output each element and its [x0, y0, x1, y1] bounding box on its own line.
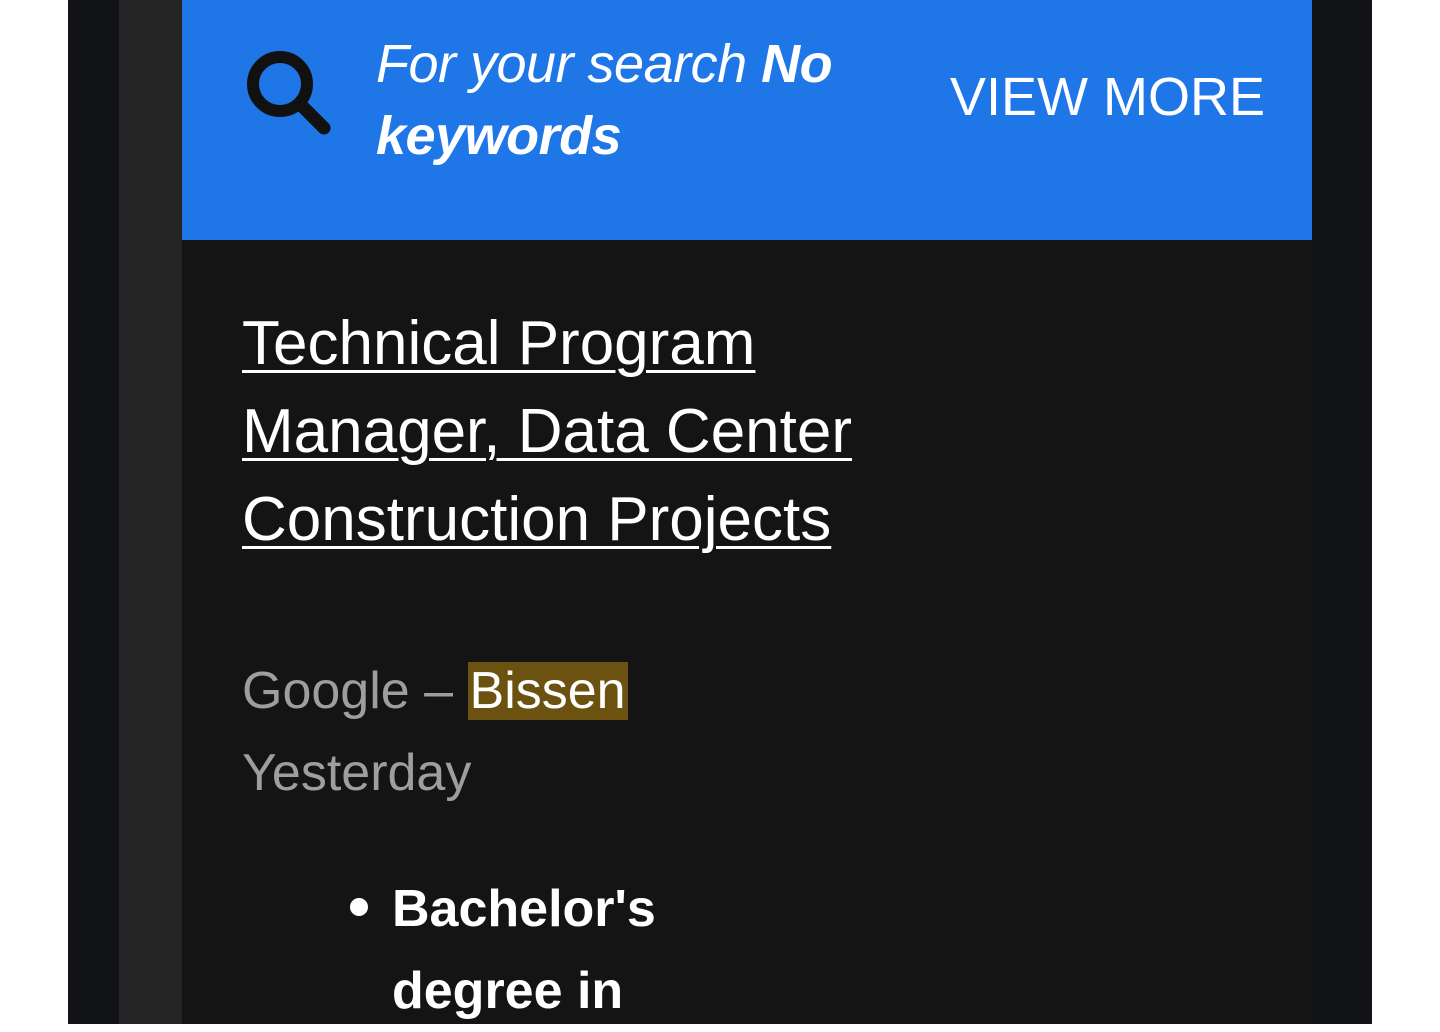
bullet-dot	[350, 898, 368, 916]
job-location: Bissen	[467, 662, 628, 720]
company-location: Google – Bissen	[242, 658, 628, 724]
job-title-link[interactable]: Technical Program Manager, Data Center C…	[242, 300, 882, 564]
job-bullets: Bachelor's degree in	[348, 868, 668, 1032]
company-name: Google	[242, 662, 410, 720]
screen: For your search No keywords VIEW MORE Te…	[0, 0, 1440, 1024]
posted-date: Yesterday	[242, 744, 472, 802]
company-separator: –	[409, 662, 468, 720]
list-item: Bachelor's degree in	[348, 868, 668, 1032]
search-prefix: For your search	[376, 34, 762, 94]
search-summary: For your search No keywords	[376, 28, 876, 172]
bullet-text: Bachelor's degree in	[392, 880, 656, 1020]
search-icon	[247, 51, 331, 135]
view-more-button[interactable]: VIEW MORE	[950, 64, 1265, 130]
